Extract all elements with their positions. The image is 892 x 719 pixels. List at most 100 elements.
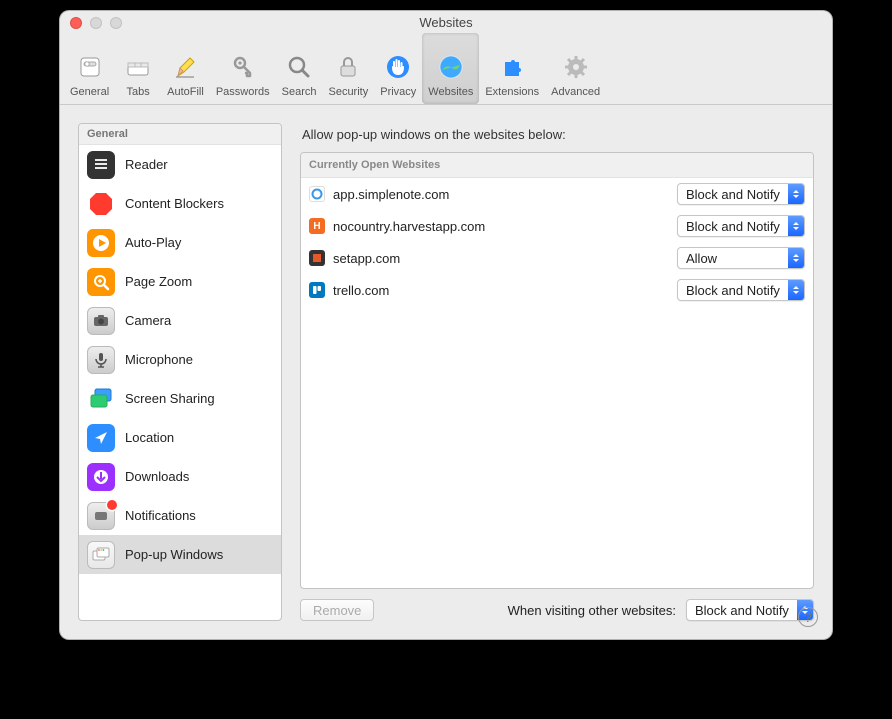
sidebar-item-label: Auto-Play bbox=[125, 235, 181, 250]
lock-icon bbox=[333, 52, 363, 82]
puzzle-icon bbox=[497, 52, 527, 82]
stepper-icon bbox=[788, 248, 804, 268]
policy-select[interactable]: Block and Notify bbox=[677, 183, 805, 205]
policy-select[interactable]: Allow bbox=[677, 247, 805, 269]
sidebar-item-reader[interactable]: Reader bbox=[79, 145, 281, 184]
sidebar-item-label: Screen Sharing bbox=[125, 391, 215, 406]
tab-label: AutoFill bbox=[167, 86, 204, 98]
tab-label: Privacy bbox=[380, 86, 416, 98]
tab-label: Extensions bbox=[485, 86, 539, 98]
stop-icon bbox=[87, 190, 115, 218]
tab-privacy[interactable]: Privacy bbox=[374, 33, 422, 104]
titlebar: Websites bbox=[60, 11, 832, 33]
sidebar-item-camera[interactable]: Camera bbox=[79, 301, 281, 340]
stepper-icon bbox=[788, 184, 804, 204]
windows-icon bbox=[87, 541, 115, 569]
zoom-icon bbox=[87, 268, 115, 296]
website-row[interactable]: setapp.com Allow bbox=[301, 242, 813, 274]
sidebar-item-screen-sharing[interactable]: Screen Sharing bbox=[79, 379, 281, 418]
sidebar-item-location[interactable]: Location bbox=[79, 418, 281, 457]
list-section-header: Currently Open Websites bbox=[301, 153, 813, 178]
main-panel: Allow pop-up windows on the websites bel… bbox=[300, 123, 814, 621]
categories-sidebar: General Reader Content Blockers Auto-Pla… bbox=[78, 123, 282, 621]
policy-select[interactable]: Block and Notify bbox=[677, 215, 805, 237]
tab-advanced[interactable]: Advanced bbox=[545, 33, 606, 104]
sidebar-item-label: Camera bbox=[125, 313, 171, 328]
site-favicon bbox=[309, 250, 325, 266]
sidebar-item-label: Downloads bbox=[125, 469, 189, 484]
globe-icon bbox=[436, 52, 466, 82]
website-row[interactable]: trello.com Block and Notify bbox=[301, 274, 813, 306]
sidebar-item-microphone[interactable]: Microphone bbox=[79, 340, 281, 379]
remove-button[interactable]: Remove bbox=[300, 599, 374, 621]
tab-websites[interactable]: Websites bbox=[422, 33, 479, 104]
content-area: General Reader Content Blockers Auto-Pla… bbox=[60, 105, 832, 639]
sidebar-item-label: Content Blockers bbox=[125, 196, 224, 211]
tab-label: Passwords bbox=[216, 86, 270, 98]
default-policy-select[interactable]: Block and Notify bbox=[686, 599, 814, 621]
tab-tabs[interactable]: Tabs bbox=[115, 33, 161, 104]
bottom-controls: Remove When visiting other websites: Blo… bbox=[300, 599, 814, 621]
sidebar-item-label: Notifications bbox=[125, 508, 196, 523]
tab-autofill[interactable]: AutoFill bbox=[161, 33, 210, 104]
site-domain: nocountry.harvestapp.com bbox=[333, 219, 669, 234]
tab-search[interactable]: Search bbox=[276, 33, 323, 104]
traffic-lights bbox=[70, 17, 122, 29]
policy-select[interactable]: Block and Notify bbox=[677, 279, 805, 301]
help-button[interactable]: ? bbox=[798, 607, 818, 627]
sidebar-item-label: Pop-up Windows bbox=[125, 547, 223, 562]
sidebar-item-auto-play[interactable]: Auto-Play bbox=[79, 223, 281, 262]
site-domain: app.simplenote.com bbox=[333, 187, 669, 202]
window-title: Websites bbox=[68, 15, 824, 30]
website-row[interactable]: app.simplenote.com Block and Notify bbox=[301, 178, 813, 210]
websites-listbox: Currently Open Websites app.simplenote.c… bbox=[300, 152, 814, 589]
minimize-window-button[interactable] bbox=[90, 17, 102, 29]
preferences-window: Websites General Tabs AutoFill Passwords bbox=[59, 10, 833, 640]
sidebar-item-page-zoom[interactable]: Page Zoom bbox=[79, 262, 281, 301]
sidebar-item-label: Page Zoom bbox=[125, 274, 192, 289]
search-icon bbox=[284, 52, 314, 82]
switch-icon bbox=[75, 52, 105, 82]
sidebar-item-label: Reader bbox=[125, 157, 168, 172]
panel-heading: Allow pop-up windows on the websites bel… bbox=[302, 127, 814, 142]
tab-label: Search bbox=[282, 86, 317, 98]
site-domain: setapp.com bbox=[333, 251, 669, 266]
tab-label: Websites bbox=[428, 86, 473, 98]
tab-general[interactable]: General bbox=[64, 33, 115, 104]
camera-icon bbox=[87, 307, 115, 335]
gear-icon bbox=[561, 52, 591, 82]
website-row[interactable]: H nocountry.harvestapp.com Block and Not… bbox=[301, 210, 813, 242]
sidebar-item-popup-windows[interactable]: Pop-up Windows bbox=[79, 535, 281, 574]
sidebar-item-content-blockers[interactable]: Content Blockers bbox=[79, 184, 281, 223]
sidebar-item-label: Location bbox=[125, 430, 174, 445]
tab-label: Tabs bbox=[127, 86, 150, 98]
notification-badge bbox=[107, 500, 117, 510]
tab-security[interactable]: Security bbox=[322, 33, 374, 104]
tab-label: Advanced bbox=[551, 86, 600, 98]
key-icon bbox=[228, 52, 258, 82]
other-websites-label: When visiting other websites: bbox=[508, 603, 676, 618]
sidebar-item-label: Microphone bbox=[125, 352, 193, 367]
play-icon bbox=[87, 229, 115, 257]
download-icon bbox=[87, 463, 115, 491]
sidebar-item-notifications[interactable]: Notifications bbox=[79, 496, 281, 535]
microphone-icon bbox=[87, 346, 115, 374]
preferences-toolbar: General Tabs AutoFill Passwords Search bbox=[60, 33, 832, 105]
zoom-window-button[interactable] bbox=[110, 17, 122, 29]
tab-label: General bbox=[70, 86, 109, 98]
stepper-icon bbox=[788, 280, 804, 300]
screens-icon bbox=[87, 385, 115, 413]
pencil-icon bbox=[170, 52, 200, 82]
hand-icon bbox=[383, 52, 413, 82]
site-favicon: H bbox=[309, 218, 325, 234]
close-window-button[interactable] bbox=[70, 17, 82, 29]
site-domain: trello.com bbox=[333, 283, 669, 298]
site-favicon bbox=[309, 186, 325, 202]
tabs-icon bbox=[123, 52, 153, 82]
sidebar-item-downloads[interactable]: Downloads bbox=[79, 457, 281, 496]
stepper-icon bbox=[788, 216, 804, 236]
tab-extensions[interactable]: Extensions bbox=[479, 33, 545, 104]
reader-icon bbox=[87, 151, 115, 179]
tab-passwords[interactable]: Passwords bbox=[210, 33, 276, 104]
location-icon bbox=[87, 424, 115, 452]
